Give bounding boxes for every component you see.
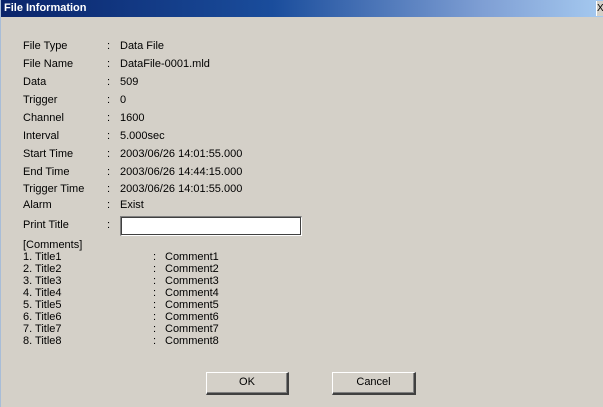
ok-button[interactable]: OK (206, 372, 289, 395)
comment-title: 5. Title5 (23, 299, 62, 311)
field-colon: : (107, 76, 111, 88)
field-value: DataFile-0001.mld (120, 58, 210, 70)
field-colon: : (107, 183, 111, 195)
field-label: Channel (23, 112, 64, 124)
field-label: Trigger (23, 94, 58, 106)
field-label: File Type (23, 40, 68, 52)
comment-colon: : (153, 335, 157, 347)
comment-title: 7. Title7 (23, 323, 62, 335)
comment-colon: : (153, 263, 157, 275)
field-colon: : (107, 94, 111, 106)
field-label: File Name (23, 58, 74, 70)
field-value: 2003/06/26 14:44:15.000 (120, 166, 243, 178)
comment-colon: : (153, 275, 157, 287)
field-label: Data (23, 76, 47, 88)
field-value: 2003/06/26 14:01:55.000 (120, 183, 243, 195)
comment-title: 2. Title2 (23, 263, 62, 275)
comment-colon: : (153, 311, 157, 323)
comment-colon: : (153, 323, 157, 335)
comment-text: Comment4 (165, 287, 219, 299)
field-label: Alarm (23, 199, 52, 211)
cancel-button[interactable]: Cancel (332, 372, 416, 395)
field-value: 509 (120, 76, 139, 88)
file-information-dialog: File Information X File Type : Data File… (0, 0, 603, 407)
field-value: 0 (120, 94, 127, 106)
comment-text: Comment7 (165, 323, 219, 335)
comments-header: [Comments] (23, 239, 83, 251)
field-value: Exist (120, 199, 144, 211)
comment-title: 8. Title8 (23, 335, 62, 347)
field-colon: : (107, 199, 111, 211)
comment-text: Comment2 (165, 263, 219, 275)
field-value: 1600 (120, 112, 145, 124)
field-label: Interval (23, 130, 60, 142)
comment-title: 4. Title4 (23, 287, 62, 299)
comment-colon: : (153, 287, 157, 299)
print-title-label: Print Title (23, 219, 69, 231)
field-colon: : (107, 40, 111, 52)
field-colon: : (107, 219, 111, 231)
field-label: Trigger Time (23, 183, 85, 195)
field-value: 5.000sec (120, 130, 165, 142)
close-icon[interactable]: X (596, 1, 603, 16)
comment-text: Comment5 (165, 299, 219, 311)
field-label: Start Time (23, 148, 74, 160)
comment-text: Comment3 (165, 275, 219, 287)
window-title: File Information (4, 2, 87, 14)
comment-colon: : (153, 251, 157, 263)
field-colon: : (107, 148, 111, 160)
field-value: Data File (120, 40, 165, 52)
comment-title: 6. Title6 (23, 311, 62, 323)
comment-colon: : (153, 299, 157, 311)
field-label: End Time (23, 166, 70, 178)
field-colon: : (107, 166, 111, 178)
comment-text: Comment6 (165, 311, 219, 323)
field-colon: : (107, 130, 111, 142)
field-colon: : (107, 58, 111, 70)
title-bar[interactable]: File Information X (1, 0, 603, 17)
comment-text: Comment1 (165, 251, 219, 263)
comment-title: 3. Title3 (23, 275, 62, 287)
field-colon: : (107, 112, 111, 124)
print-title-input[interactable] (120, 216, 302, 236)
comment-text: Comment8 (165, 335, 219, 347)
field-value: 2003/06/26 14:01:55.000 (120, 148, 243, 160)
comment-title: 1. Title1 (23, 251, 62, 263)
